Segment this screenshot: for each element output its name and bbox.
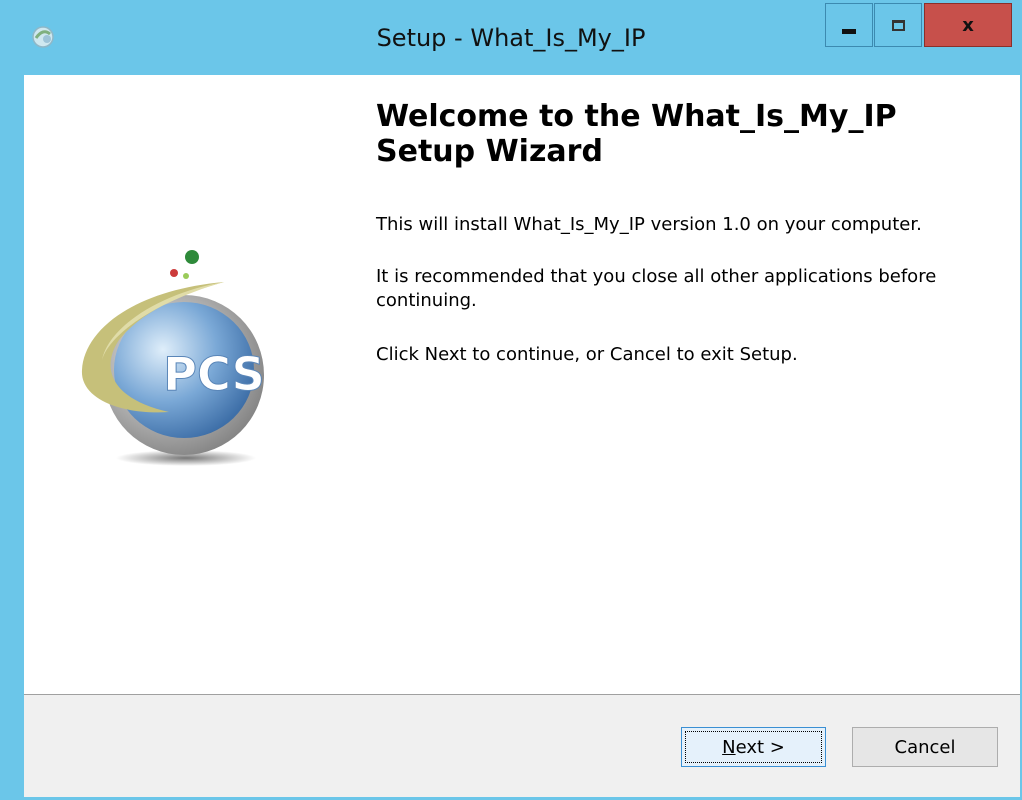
focus-rectangle xyxy=(685,731,822,763)
cancel-button[interactable]: Cancel xyxy=(852,727,998,767)
close-button[interactable]: x xyxy=(924,3,1012,47)
minimize-icon xyxy=(842,28,856,34)
maximize-icon xyxy=(891,19,905,31)
welcome-heading: Welcome to the What_Is_My_IP Setup Wizar… xyxy=(376,99,897,169)
logo-text: PCS xyxy=(163,347,264,401)
button-bar: Next > Cancel xyxy=(24,694,1020,797)
close-apps-text: It is recommended that you close all oth… xyxy=(376,266,937,311)
install-info-text: This will install What_Is_My_IP version … xyxy=(376,214,922,235)
close-icon: x xyxy=(962,14,974,36)
minimize-button[interactable] xyxy=(825,3,873,47)
wizard-page: PCS Welcome to the What_Is_My_IP Setup W… xyxy=(24,75,1020,797)
maximize-button[interactable] xyxy=(874,3,922,47)
title-bar[interactable]: Setup - What_Is_My_IP x xyxy=(0,0,1022,75)
next-button[interactable]: Next > xyxy=(681,727,826,767)
continue-instructions-text: Click Next to continue, or Cancel to exi… xyxy=(376,344,798,365)
pcs-logo: PCS xyxy=(81,250,265,466)
setup-window: Setup - What_Is_My_IP x PCS Welcome to t… xyxy=(0,0,1022,800)
